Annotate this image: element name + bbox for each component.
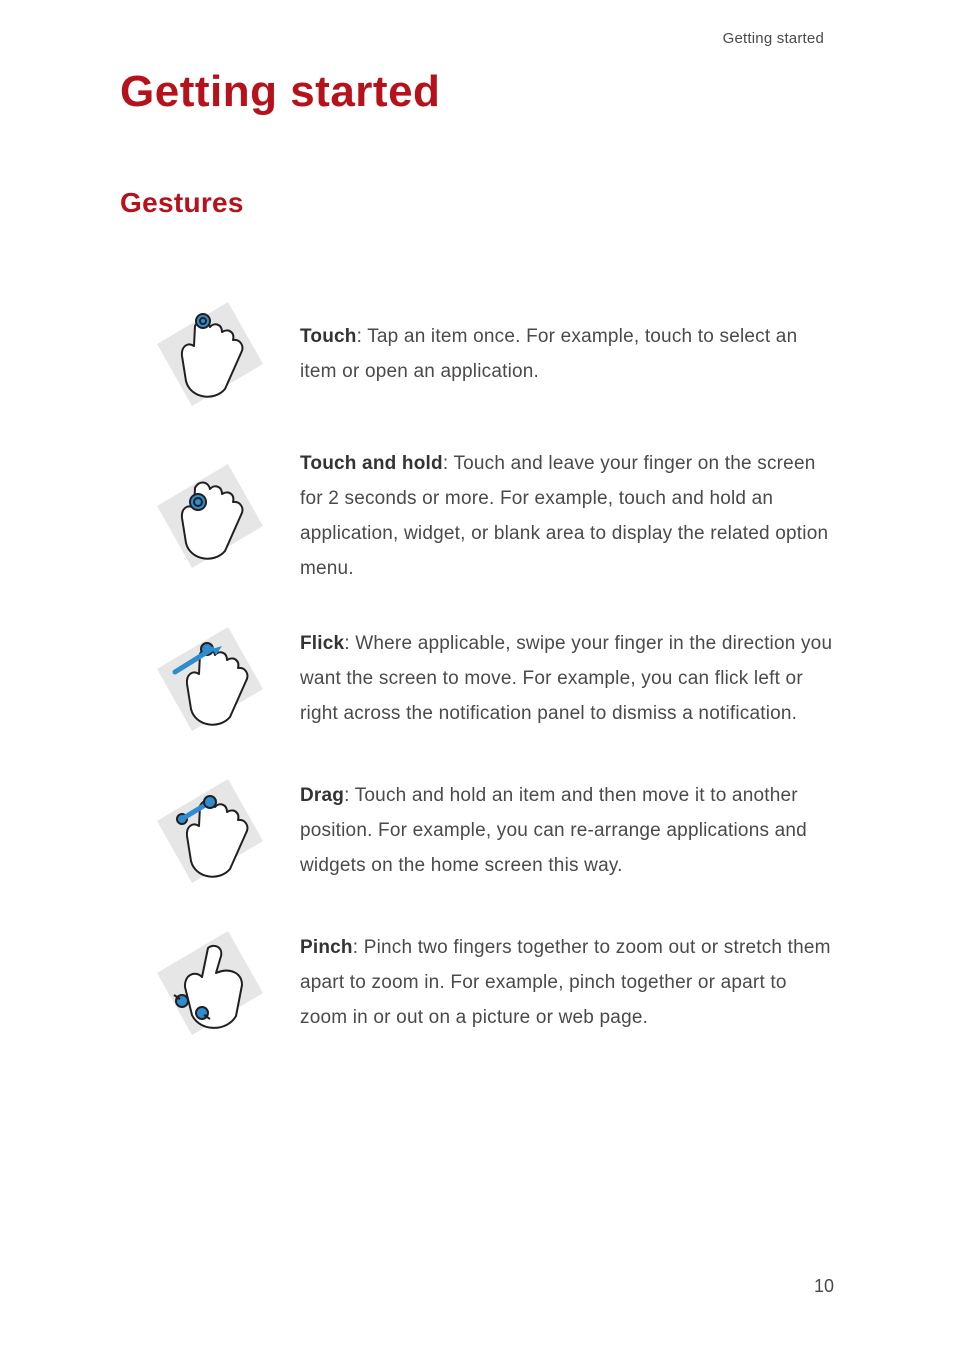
gesture-text: Pinch: Pinch two fingers together to zoo… [300,930,834,1035]
gesture-item-pinch: Pinch: Pinch two fingers together to zoo… [120,923,834,1043]
gesture-item-flick: Flick: Where applicable, swipe your fing… [120,619,834,739]
gesture-text: Drag: Touch and hold an item and then mo… [300,778,834,883]
gesture-item-drag: Drag: Touch and hold an item and then mo… [120,771,834,891]
gesture-body: : Where applicable, swipe your finger in… [300,633,832,724]
page-title: Getting started [120,67,834,117]
gesture-body: : Pinch two fingers together to zoom out… [300,937,831,1028]
page-number: 10 [814,1276,834,1297]
touch-icon [150,294,270,414]
gesture-icon-cell [120,619,300,739]
gesture-name: Touch and hold [300,453,443,474]
gesture-body: : Touch and hold an item and then move i… [300,785,807,876]
gesture-name: Drag [300,785,344,806]
document-page: Getting started Getting started Gestures… [0,0,954,1352]
pinch-icon [150,923,270,1043]
running-head: Getting started [120,30,834,47]
gesture-icon-cell [120,456,300,576]
touch-hold-icon [150,456,270,576]
gesture-name: Pinch [300,937,353,958]
gesture-item-touch-and-hold: Touch and hold: Touch and leave your fin… [120,446,834,587]
gesture-text: Flick: Where applicable, swipe your fing… [300,626,834,731]
gesture-icon-cell [120,294,300,414]
gesture-icon-cell [120,923,300,1043]
flick-icon [150,619,270,739]
gesture-name: Touch [300,326,357,347]
gesture-item-touch: Touch: Tap an item once. For example, to… [120,294,834,414]
gesture-icon-cell [120,771,300,891]
gesture-text: Touch and hold: Touch and leave your fin… [300,446,834,587]
section-heading: Gestures [120,187,834,219]
gesture-body: : Tap an item once. For example, touch t… [300,326,797,382]
gesture-text: Touch: Tap an item once. For example, to… [300,319,834,389]
drag-icon [150,771,270,891]
gesture-name: Flick [300,633,344,654]
